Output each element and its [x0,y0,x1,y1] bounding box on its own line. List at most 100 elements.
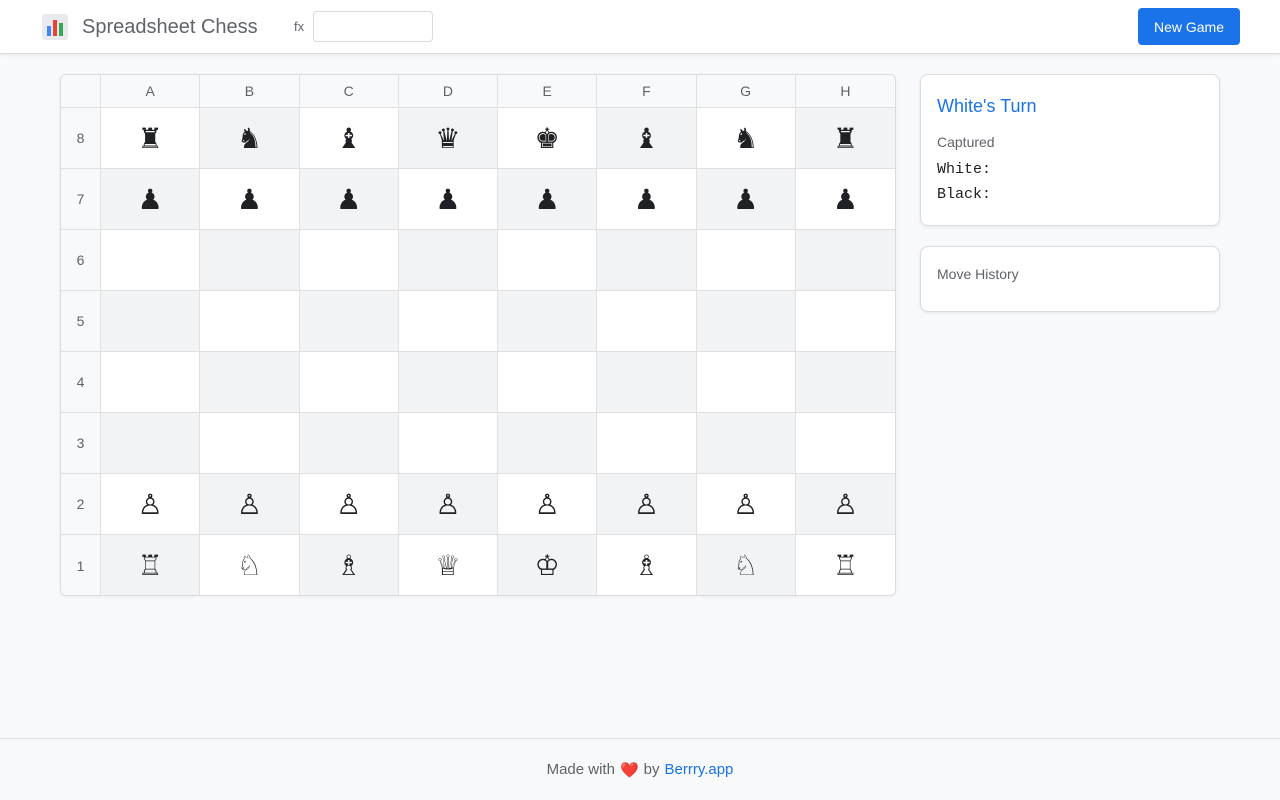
square-c1[interactable]: ♗ [299,535,399,595]
square-b3[interactable] [200,413,300,474]
row-header-7: 7 [61,169,101,230]
square-b2[interactable]: ♙ [200,474,300,535]
square-a4[interactable] [101,352,201,413]
formula-label: fx [294,19,305,34]
square-d1[interactable]: ♕ [398,535,498,595]
square-f7[interactable]: ♟ [597,169,697,230]
square-c8[interactable]: ♝ [299,108,399,169]
bar-chart-icon [42,14,68,40]
square-b1[interactable]: ♘ [200,535,300,595]
square-f4[interactable] [597,352,697,413]
square-c6[interactable] [299,230,399,291]
column-header-b: B [200,75,300,108]
square-g7[interactable]: ♟ [696,169,796,230]
square-f3[interactable] [597,413,697,474]
square-b6[interactable] [200,230,300,291]
row-header-3: 3 [61,413,101,474]
move-history-heading: Move History [937,266,1019,282]
square-c4[interactable] [299,352,399,413]
square-b4[interactable] [200,352,300,413]
column-header-h: H [795,75,895,108]
square-h4[interactable] [795,352,895,413]
new-game-button[interactable]: New Game [1138,8,1240,45]
row-header-2: 2 [61,474,101,535]
row-header-4: 4 [61,352,101,413]
square-b8[interactable]: ♞ [200,108,300,169]
square-a2[interactable]: ♙ [101,474,201,535]
square-d6[interactable] [398,230,498,291]
turn-indicator: White's Turn [937,96,1037,116]
footer-made-with: Made with [546,761,615,778]
move-history-panel: Move History [920,246,1220,312]
app-title: Spreadsheet Chess [82,16,258,38]
square-c5[interactable] [299,291,399,352]
square-e3[interactable] [498,413,598,474]
footer: Made with ❤️ by Berrry.app [0,738,1280,800]
column-header-e: E [498,75,598,108]
square-g3[interactable] [696,413,796,474]
square-h5[interactable] [795,291,895,352]
square-h2[interactable]: ♙ [795,474,895,535]
square-a7[interactable]: ♟ [101,169,201,230]
square-e8[interactable]: ♚ [498,108,598,169]
heart-icon: ❤️ [619,760,639,779]
berrry-link[interactable]: Berrry.app [664,761,733,778]
square-g4[interactable] [696,352,796,413]
square-d5[interactable] [398,291,498,352]
square-a1[interactable]: ♖ [101,535,201,595]
square-f8[interactable]: ♝ [597,108,697,169]
row-header-6: 6 [61,230,101,291]
square-h1[interactable]: ♖ [795,535,895,595]
square-h7[interactable]: ♟ [795,169,895,230]
square-g6[interactable] [696,230,796,291]
square-e1[interactable]: ♔ [498,535,598,595]
square-d2[interactable]: ♙ [398,474,498,535]
column-header-a: A [101,75,201,108]
top-bar: Spreadsheet Chess fx New Game [0,0,1280,54]
square-f5[interactable] [597,291,697,352]
square-c7[interactable]: ♟ [299,169,399,230]
square-h6[interactable] [795,230,895,291]
square-f6[interactable] [597,230,697,291]
square-d4[interactable] [398,352,498,413]
chess-board: A B C D E F G H 8 ♜ ♞ ♝ ♛ ♚ ♝ ♞ ♜ 7 ♟ ♟ ♟ ♟ ♟ ♟ ♟ ♟ 6 5 4 3 2 ♙ ♙ ♙ ♙ ♙ ♙ ♙ ♙ 1… [60,74,896,596]
square-h3[interactable] [795,413,895,474]
column-header-d: D [398,75,498,108]
square-e6[interactable] [498,230,598,291]
square-b7[interactable]: ♟ [200,169,300,230]
status-panel: White's Turn Captured White: Black: [920,74,1220,226]
square-c3[interactable] [299,413,399,474]
square-d7[interactable]: ♟ [398,169,498,230]
square-e5[interactable] [498,291,598,352]
square-g1[interactable]: ♘ [696,535,796,595]
formula-input[interactable] [313,11,433,42]
square-g5[interactable] [696,291,796,352]
captured-heading: Captured [937,134,995,150]
square-a8[interactable]: ♜ [101,108,201,169]
square-e4[interactable] [498,352,598,413]
square-f2[interactable]: ♙ [597,474,697,535]
white-captured: White: [937,161,992,178]
row-header-5: 5 [61,291,101,352]
square-a6[interactable] [101,230,201,291]
square-h8[interactable]: ♜ [795,108,895,169]
square-g8[interactable]: ♞ [696,108,796,169]
footer-by: by [643,761,660,778]
square-a3[interactable] [101,413,201,474]
square-f1[interactable]: ♗ [597,535,697,595]
row-header-1: 1 [61,535,101,595]
square-g2[interactable]: ♙ [696,474,796,535]
square-d8[interactable]: ♛ [398,108,498,169]
square-b5[interactable] [200,291,300,352]
column-header-f: F [597,75,697,108]
column-header-c: C [299,75,399,108]
black-captured: Black: [937,186,992,203]
square-e2[interactable]: ♙ [498,474,598,535]
square-c2[interactable]: ♙ [299,474,399,535]
square-d3[interactable] [398,413,498,474]
row-header-8: 8 [61,108,101,169]
square-a5[interactable] [101,291,201,352]
square-e7[interactable]: ♟ [498,169,598,230]
column-header-g: G [696,75,796,108]
corner-header [61,75,101,108]
